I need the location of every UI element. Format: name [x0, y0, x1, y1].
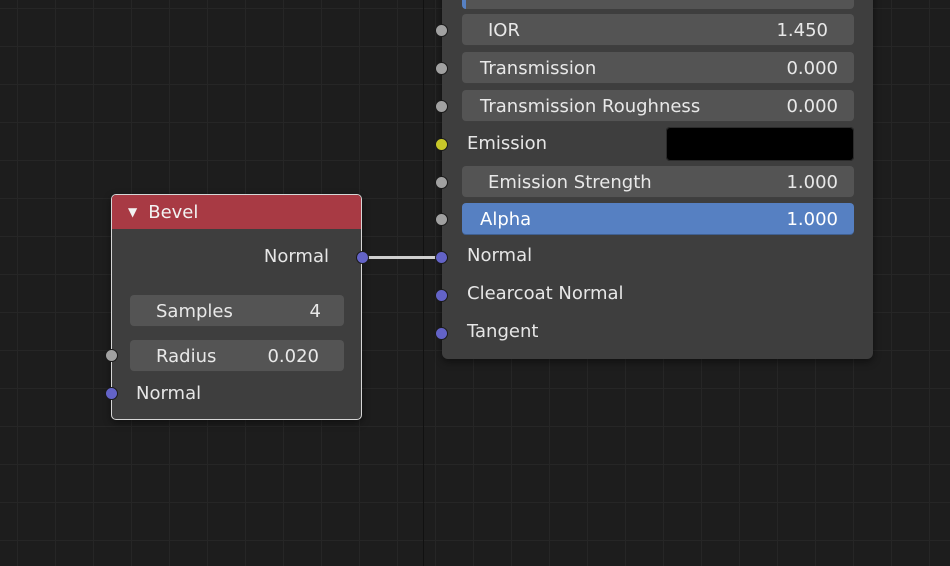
emission-strength-field[interactable]: Emission Strength 1.000 [462, 166, 854, 198]
collapse-triangle-icon[interactable]: ▼ [128, 205, 137, 219]
bevel-radius-input-socket[interactable] [105, 349, 118, 362]
samples-label: Samples [156, 300, 233, 322]
emission-label: Emission [467, 133, 548, 154]
transmission-roughness-socket[interactable] [435, 100, 448, 113]
samples-value: 4 [309, 300, 321, 322]
alpha-socket[interactable] [435, 213, 448, 226]
emission-strength-value: 1.000 [786, 171, 838, 193]
ior-socket[interactable] [435, 24, 448, 37]
canvas-divider [423, 0, 424, 566]
transmission-socket[interactable] [435, 62, 448, 75]
transmission-value: 0.000 [786, 57, 838, 79]
transmission-roughness-label: Transmission Roughness [480, 95, 701, 117]
bevel-normal-input-socket[interactable] [105, 387, 118, 400]
emission-socket[interactable] [435, 138, 448, 151]
transmission-roughness-field[interactable]: Transmission Roughness 0.000 [462, 90, 854, 122]
bevel-node-header[interactable]: ▼ Bevel [112, 195, 361, 229]
normal-input-label: Normal [467, 245, 533, 266]
emission-strength-socket[interactable] [435, 176, 448, 189]
bevel-normal-output-socket[interactable] [356, 251, 369, 264]
tangent-label: Tangent [467, 321, 539, 342]
radius-label: Radius [156, 345, 217, 367]
emission-color-swatch[interactable] [666, 127, 854, 161]
transmission-label: Transmission [480, 57, 597, 79]
samples-field[interactable]: Samples 4 [130, 295, 344, 327]
transmission-roughness-value: 0.000 [786, 95, 838, 117]
ior-value: 1.450 [776, 19, 828, 41]
node-link[interactable] [366, 256, 438, 259]
emission-strength-label: Emission Strength [488, 171, 652, 193]
radius-field[interactable]: Radius 0.020 [130, 340, 344, 372]
transmission-field[interactable]: Transmission 0.000 [462, 52, 854, 84]
clearcoat-normal-socket[interactable] [435, 289, 448, 302]
alpha-field[interactable]: Alpha 1.000 [462, 203, 854, 235]
radius-value: 0.020 [267, 345, 319, 367]
tangent-socket[interactable] [435, 327, 448, 340]
normal-input-socket[interactable] [435, 251, 448, 264]
ior-field[interactable]: IOR 1.450 [462, 14, 854, 46]
bevel-input-normal-label: Normal [136, 383, 202, 404]
principled-bsdf-node[interactable]: IOR 1.450 Transmission 0.000 Transmissio… [442, 0, 873, 359]
bevel-node-title: Bevel [148, 201, 199, 223]
alpha-label: Alpha [480, 208, 532, 230]
ior-label: IOR [488, 19, 520, 41]
bevel-output-normal-label: Normal [263, 246, 329, 267]
clipped-field[interactable] [462, 0, 854, 9]
alpha-value: 1.000 [786, 208, 838, 230]
clearcoat-normal-label: Clearcoat Normal [467, 283, 624, 304]
bevel-node[interactable]: ▼ Bevel Normal Samples 4 Radius 0.020 No… [111, 194, 362, 420]
